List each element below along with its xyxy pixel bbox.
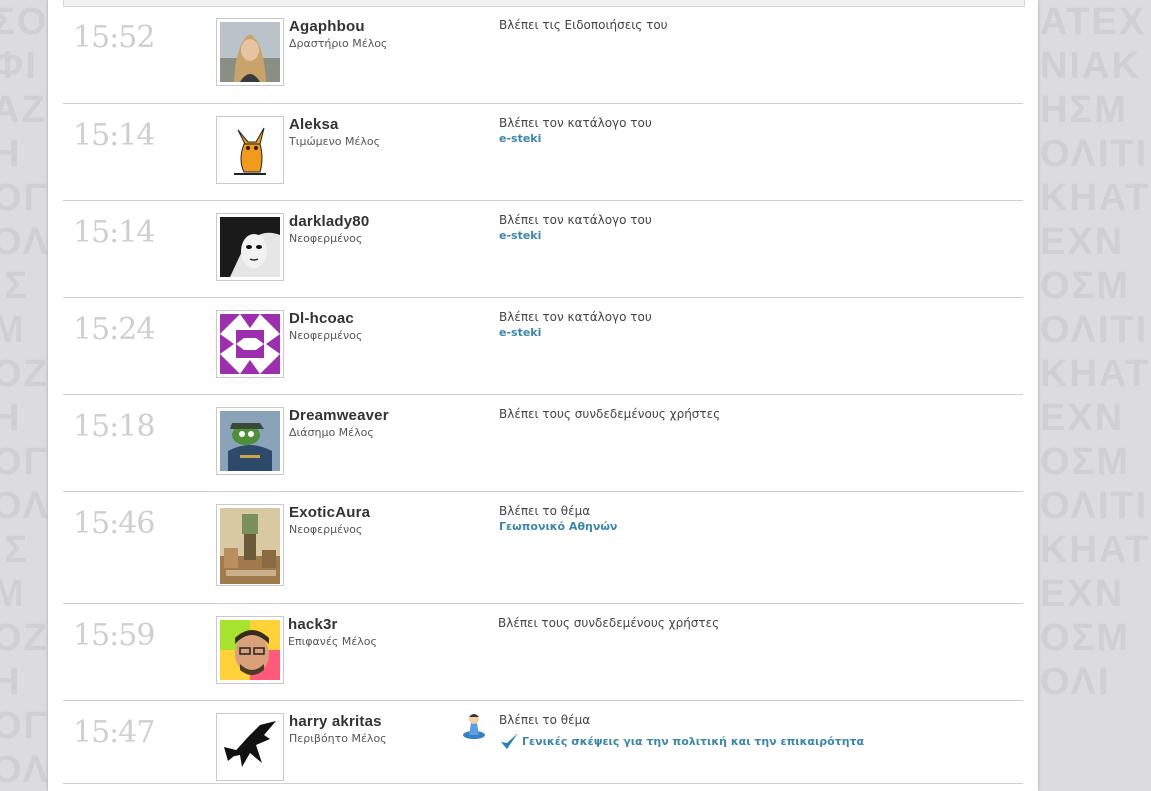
- activity-link-text[interactable]: Γενικές σκέψεις για την πολιτική και την…: [522, 734, 864, 749]
- avatar[interactable]: [216, 504, 284, 586]
- avatar[interactable]: [216, 616, 284, 684]
- activity-description: Βλέπει τους συνδεδεμένους χρήστες: [498, 616, 720, 630]
- last-activity-time: 15:59: [73, 618, 155, 653]
- user-title: Επιφανές Μέλος: [288, 635, 377, 648]
- activity-text: Βλέπει το θέμα Γεωπονικό Αθηνών: [499, 504, 617, 534]
- user-title: Δραστήριο Μέλος: [289, 37, 388, 50]
- avatar[interactable]: [216, 116, 284, 184]
- background-watermark-right: ΑΤΕΧΝΙΑΚΗΣΜΟΛΙΤΙΚΗΑΤΕΧΝΟΣΜΟΛΙΤΙΚΗΑΤΕΧΝΟΣ…: [1040, 1, 1151, 703]
- user-row: 15:14 Aleksa Τιμώμενο Μέλος Βλέπει τον κ…: [63, 104, 1023, 201]
- username-link[interactable]: Aleksa: [289, 116, 339, 133]
- avatar[interactable]: [216, 18, 284, 86]
- activity-description: Βλέπει τον κατάλογο του: [499, 213, 652, 227]
- activity-text: Βλέπει τους συνδεδεμένους χρήστες: [499, 407, 720, 422]
- user-row: 15:52 Agaphbou Δραστήριο Μέλος Βλέπει τι…: [63, 6, 1023, 104]
- user-title: Νεοφερμένος: [289, 329, 363, 342]
- user-row: 15:24 Dl-hcoac Νεοφερμένος Βλέπει τον κα…: [63, 298, 1023, 395]
- activity-text: Βλέπει το θέμα Γενικές σκέψεις για την π…: [499, 713, 864, 751]
- activity-description: Βλέπει τις Ειδοποιήσεις του: [499, 18, 668, 32]
- checkmark-icon: [501, 733, 518, 749]
- activity-link[interactable]: e-steki: [499, 325, 652, 340]
- activity-link[interactable]: e-steki: [499, 228, 652, 243]
- avatar[interactable]: [216, 213, 284, 281]
- activity-description: Βλέπει τον κατάλογο του: [499, 310, 652, 324]
- user-title: Τιμώμενο Μέλος: [289, 135, 381, 148]
- last-activity-time: 15:24: [73, 312, 155, 347]
- user-row: 15:14 darklady80 Νεοφερμένος Βλέπει τον …: [63, 201, 1023, 298]
- user-title: Περιβόητο Μέλος: [289, 732, 387, 745]
- activity-text: Βλέπει τον κατάλογο του e-steki: [499, 310, 652, 340]
- activity-link[interactable]: Γεωπονικό Αθηνών: [499, 519, 617, 534]
- last-activity-time: 15:18: [73, 409, 155, 444]
- username-link[interactable]: Dreamweaver: [289, 407, 389, 424]
- user-title: Νεοφερμένος: [289, 232, 363, 245]
- avatar[interactable]: [216, 407, 284, 475]
- black-silhouette-avatar-icon: [220, 717, 280, 773]
- avatar[interactable]: [216, 713, 284, 781]
- dark-portrait-avatar-icon: [220, 217, 280, 277]
- purple-identicon-avatar-icon: [220, 314, 280, 374]
- activity-text: Βλέπει τον κατάλογο του e-steki: [499, 213, 652, 243]
- user-row: 15:18 Dreamweaver Διάσημο Μέλος Βλέπει τ…: [63, 395, 1023, 492]
- last-activity-time: 15:47: [73, 715, 155, 750]
- user-title: Διάσημο Μέλος: [289, 426, 374, 439]
- username-link[interactable]: harry akritas: [289, 713, 382, 730]
- user-title: Νεοφερμένος: [289, 523, 363, 536]
- last-activity-time: 15:14: [73, 215, 155, 250]
- activity-link-with-check[interactable]: Γενικές σκέψεις για την πολιτική και την…: [499, 731, 864, 751]
- activity-description: Βλέπει το θέμα: [499, 713, 591, 727]
- user-row: 15:46 ExoticAura Νεοφερμένος Βλέπει το θ…: [63, 492, 1023, 604]
- user-row: 15:59 hack3r Επιφανές Μέλος Βλέπει τους …: [63, 604, 1023, 701]
- activity-text: Βλέπει τους συνδεδεμένους χρήστες: [498, 616, 719, 631]
- cartoon-fox-avatar-icon: [220, 120, 280, 180]
- activity-link[interactable]: e-steki: [499, 131, 652, 146]
- last-activity-time: 15:14: [73, 118, 155, 153]
- user-row: 15:47 harry akritas Περιβόητο Μέλος Βλέπ…: [63, 701, 1023, 784]
- activity-text: Βλέπει τις Ειδοποιήσεις του: [499, 18, 668, 33]
- whos-online-panel: 15:52 Agaphbou Δραστήριο Μέλος Βλέπει τι…: [48, 0, 1038, 791]
- username-link[interactable]: darklady80: [289, 213, 369, 230]
- username-link[interactable]: Agaphbou: [289, 18, 365, 35]
- username-link[interactable]: hack3r: [288, 616, 338, 633]
- user-status-icon: [463, 714, 485, 739]
- background-watermark-left: ΣΟΦΙΑΖΗΟΓΟΛΙΣΜΟΖΗΟΓΟΛΙΣΜΟΖΗΟΓΟΛΙΣΜΟΖΗΟΓΟ…: [0, 1, 50, 791]
- username-link[interactable]: Dl-hcoac: [289, 310, 354, 327]
- man-face-avatar-icon: [220, 620, 280, 680]
- last-activity-time: 15:52: [73, 20, 155, 55]
- last-activity-time: 15:46: [73, 506, 155, 541]
- woman-portrait-avatar-icon: [220, 22, 280, 82]
- frog-general-avatar-icon: [220, 411, 280, 471]
- username-link[interactable]: ExoticAura: [289, 504, 370, 521]
- activity-description: Βλέπει τον κατάλογο του: [499, 116, 652, 130]
- vintage-room-avatar-icon: [220, 508, 280, 584]
- activity-text: Βλέπει τον κατάλογο του e-steki: [499, 116, 652, 146]
- activity-description: Βλέπει τους συνδεδεμένους χρήστες: [499, 407, 721, 421]
- activity-description: Βλέπει το θέμα: [499, 504, 591, 518]
- avatar[interactable]: [216, 310, 284, 378]
